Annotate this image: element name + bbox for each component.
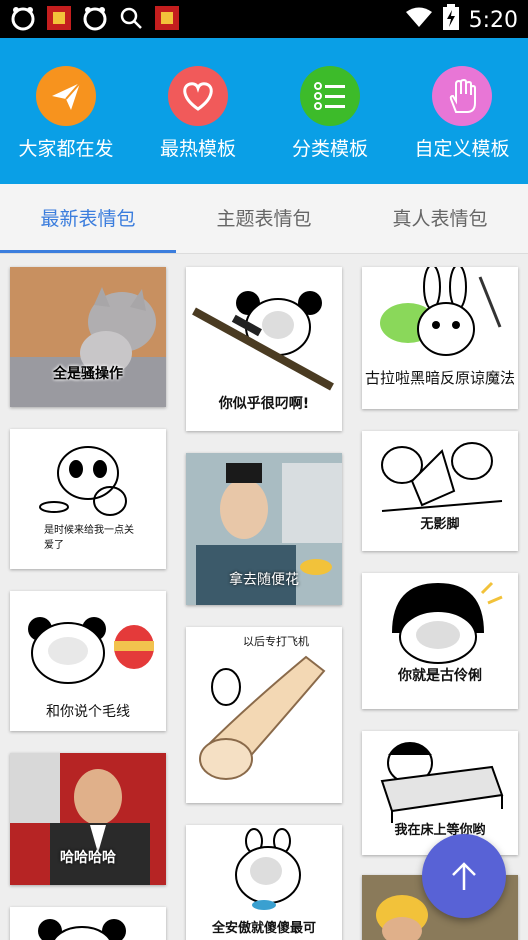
panda-sticker-image — [38, 919, 126, 940]
nav-label: 分类模板 — [291, 138, 368, 160]
sticker-card[interactable]: 哈哈哈哈 — [10, 753, 166, 885]
tab-theme-stickers[interactable]: 主题表情包 — [176, 184, 352, 254]
sticker-caption: 全安傲就傻傻最可 — [211, 921, 316, 936]
status-time: 5:20 — [468, 7, 518, 33]
wifi-icon — [405, 6, 433, 34]
sticker-caption: 是时候来给我一点关爱了 — [44, 525, 134, 551]
tab-bar: 最新表情包 主题表情包 真人表情包 — [0, 184, 528, 254]
tab-real-person-stickers[interactable]: 真人表情包 — [352, 184, 528, 254]
cat-sticker-image — [10, 267, 166, 407]
app-red-notification-icon-2 — [154, 5, 180, 31]
nav-item-category-templates[interactable]: 分类模板 — [264, 38, 396, 184]
arm-sticker-image — [199, 655, 326, 780]
status-bar: 5:20 — [0, 0, 528, 38]
nav-label: 最热模板 — [159, 138, 236, 160]
heart-icon — [168, 66, 228, 126]
sticker-card[interactable]: 全安傲就傻傻最可 — [186, 825, 342, 940]
list-icon — [300, 66, 360, 126]
active-tab-indicator — [0, 250, 176, 253]
kick-sticker-image — [381, 442, 503, 512]
sticker-card[interactable]: 无影脚 — [362, 431, 518, 551]
sticker-card[interactable]: 和你说个毛线 — [10, 591, 166, 731]
sticker-card[interactable]: 以后专打飞机 — [186, 627, 342, 803]
app-red-notification-icon — [46, 5, 72, 31]
nav-label: 大家都在发 — [18, 138, 114, 160]
battery-icon — [442, 4, 459, 36]
sticker-card[interactable]: 是时候来给我一点关爱了 — [10, 429, 166, 569]
app-notification-icon — [10, 5, 36, 31]
scroll-to-top-button[interactable] — [422, 834, 506, 918]
sticker-card[interactable]: 全是骚操作 — [10, 267, 166, 407]
sticker-caption: 古拉啦黑暗反原谅魔法 — [364, 369, 515, 387]
app-notification-icon-2 — [82, 5, 108, 31]
nav-item-custom-templates[interactable]: 自定义模板 — [396, 38, 528, 184]
tab-latest-stickers[interactable]: 最新表情包 — [0, 184, 176, 254]
hand-icon — [432, 66, 492, 126]
sticker-card[interactable]: 拿去随便花 — [186, 453, 342, 605]
sticker-card[interactable]: 你就是古伶俐 — [362, 573, 518, 709]
sticker-card[interactable]: 古拉啦黑暗反原谅魔法 — [362, 267, 518, 409]
sticker-card[interactable]: 我在床上等你哟 — [362, 731, 518, 855]
sticker-caption: 哈哈哈哈 — [60, 850, 116, 866]
bowl-cut-sticker-image — [392, 581, 503, 664]
sticker-card[interactable]: 你似乎很叼啊! — [186, 267, 342, 431]
search-icon — [118, 5, 144, 31]
sticker-caption: 拿去随便花 — [229, 572, 299, 588]
sticker-card[interactable] — [10, 907, 166, 940]
sticker-caption: 以后专打飞机 — [243, 635, 309, 648]
sticker-caption: 你就是古伶俐 — [398, 668, 482, 684]
arrow-up-icon — [452, 862, 476, 890]
top-nav-bar: 大家都在发 最热模板 分类模板 自定义模板 — [0, 38, 528, 184]
nav-item-everyone-sending[interactable]: 大家都在发 — [0, 38, 132, 184]
nav-label: 自定义模板 — [414, 138, 510, 160]
sticker-caption: 无影脚 — [420, 517, 460, 532]
sticker-caption: 我在床上等你哟 — [394, 823, 486, 838]
nav-item-hottest-templates[interactable]: 最热模板 — [132, 38, 264, 184]
sticker-caption: 全是骚操作 — [53, 366, 123, 382]
sticker-caption: 和你说个毛线 — [46, 704, 130, 720]
sticker-caption: 你似乎很叼啊! — [218, 396, 310, 412]
paper-plane-icon — [36, 66, 96, 126]
